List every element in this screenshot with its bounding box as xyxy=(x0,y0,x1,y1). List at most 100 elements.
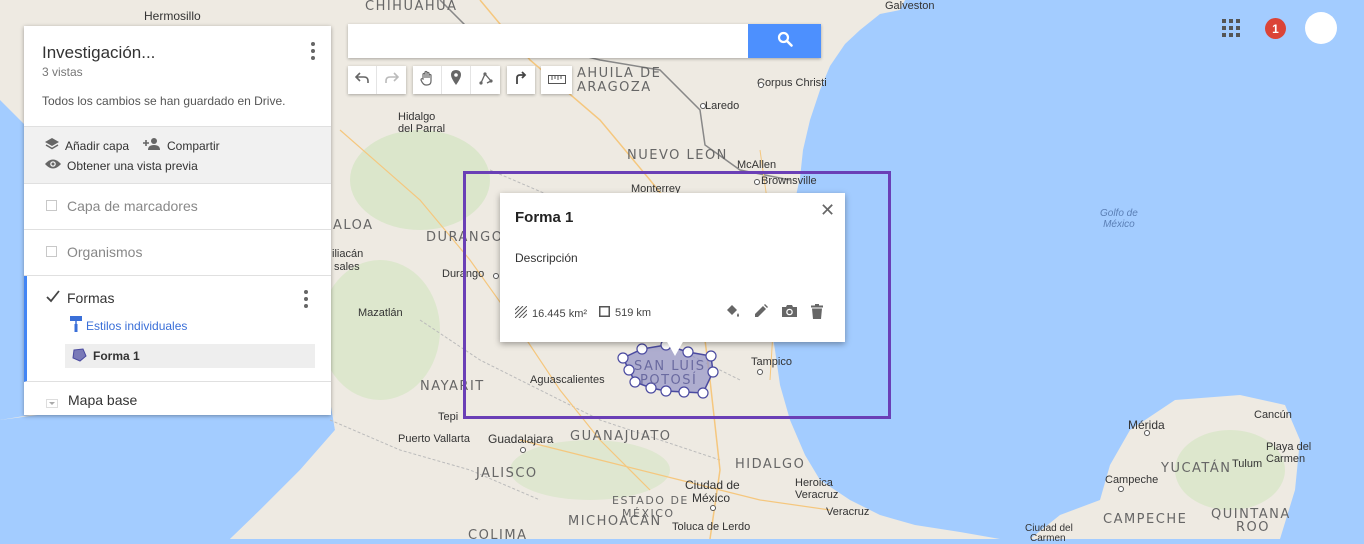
map-label-hidalgo-state: HIDALGO xyxy=(735,457,806,472)
map-label-tulum: Tulum xyxy=(1232,458,1263,470)
map-label-golfo-mexico: Golfo de México xyxy=(1100,208,1138,230)
map-label-estado-mexico-1: ESTADO DE xyxy=(612,494,689,507)
city-dot xyxy=(700,103,706,109)
map-label-corpus-christi: Corpus Christi xyxy=(757,77,827,89)
area-stat: 16.445 km² xyxy=(514,305,587,321)
toolbar-history xyxy=(348,66,406,94)
directions-button[interactable] xyxy=(507,66,535,94)
layer-label: Capa de marcadores xyxy=(67,198,198,214)
eye-icon xyxy=(44,158,62,173)
draw-line-button[interactable] xyxy=(471,66,500,94)
layer-checkbox[interactable] xyxy=(46,200,57,211)
map-label-mcallen: McAllen xyxy=(737,159,777,171)
map-label-toluca: Toluca de Lerdo xyxy=(672,521,751,533)
map-label-colima: COLIMA xyxy=(468,528,528,543)
city-dot xyxy=(1118,486,1124,492)
draw-line-icon xyxy=(478,71,493,90)
map-label-sinaloa: ALOA xyxy=(333,218,374,233)
preview-button[interactable]: Obtener una vista previa xyxy=(44,158,198,173)
map-label-playa-1: Playa del xyxy=(1266,441,1312,453)
preview-label: Obtener una vista previa xyxy=(67,158,198,173)
map-label-coahuila-1: AHUILA DE xyxy=(577,66,662,81)
city-dot xyxy=(1144,430,1150,436)
layer-style-link[interactable]: Estilos individuales xyxy=(70,316,187,335)
map-label-heroica-2: Veracruz xyxy=(795,489,839,501)
search-input[interactable] xyxy=(348,24,744,58)
layer-checkbox[interactable] xyxy=(46,246,57,257)
map-label-puerto-vallarta: Puerto Vallarta xyxy=(398,433,470,445)
map-label-playa-2: Carmen xyxy=(1266,453,1306,465)
city-dot xyxy=(758,82,764,88)
save-status: Todos los cambios se han guardado en Dri… xyxy=(42,94,286,108)
avatar[interactable] xyxy=(1305,12,1337,44)
perimeter-icon xyxy=(599,306,610,320)
directions-icon xyxy=(514,70,528,90)
info-tools xyxy=(724,302,826,320)
layer-item[interactable]: Capa de marcadores xyxy=(24,184,331,230)
map-label-yucatan: YUCATÁN xyxy=(1161,461,1232,476)
layers-panel: Investigación... 3 vistas Todos los camb… xyxy=(24,26,331,415)
map-title[interactable]: Investigación... xyxy=(42,43,155,63)
map-label-cancun: Cancún xyxy=(1254,409,1292,421)
edit-pencil-icon[interactable] xyxy=(752,302,770,320)
polygon-icon xyxy=(71,347,87,365)
add-layer-button[interactable]: Añadir capa xyxy=(44,137,129,154)
layer-item-active[interactable]: Formas Estilos individuales Forma 1 xyxy=(24,276,331,382)
perimeter-stat: 519 km xyxy=(599,306,651,320)
search-icon xyxy=(777,31,793,52)
map-label-coahuila-2: ARAGOZA xyxy=(577,80,652,95)
select-hand-button[interactable] xyxy=(413,66,442,94)
measure-button[interactable] xyxy=(541,66,572,94)
map-options-icon[interactable] xyxy=(305,41,321,61)
hand-icon xyxy=(420,70,434,91)
map-label-ciudad-mexico-1: Ciudad de xyxy=(685,478,740,492)
layer-label: Formas xyxy=(67,290,115,306)
map-label-tepic: Tepi xyxy=(438,411,459,423)
layers-icon xyxy=(44,137,60,154)
map-label-culiacan: iliacán xyxy=(332,248,364,260)
paint-roller-icon xyxy=(70,316,82,335)
info-window: Forma 1 ✕ Descripción 16.445 km² 519 km xyxy=(500,193,845,342)
map-label-guanajuato: GUANAJUATO xyxy=(570,429,672,444)
perimeter-value: 519 km xyxy=(615,307,652,319)
trash-icon[interactable] xyxy=(808,302,826,320)
undo-icon xyxy=(354,71,369,89)
basemap-label: Mapa base xyxy=(68,392,138,408)
map-views-count: 3 vistas xyxy=(42,65,83,79)
layer-label: Organismos xyxy=(67,244,143,260)
camera-icon[interactable] xyxy=(780,302,798,320)
layer-style-label: Estilos individuales xyxy=(86,318,188,333)
search-button[interactable] xyxy=(748,24,821,58)
map-label-guadalajara: Guadalajara xyxy=(488,432,554,446)
undo-button[interactable] xyxy=(348,66,377,94)
map-label-chihuahua: CHIHUAHUA xyxy=(365,0,458,14)
checkmark-icon[interactable] xyxy=(46,290,60,308)
style-bucket-icon[interactable] xyxy=(724,302,742,320)
feature-item[interactable]: Forma 1 xyxy=(65,344,315,368)
add-marker-button[interactable] xyxy=(442,66,471,94)
layer-item[interactable]: Organismos xyxy=(24,230,331,276)
area-icon xyxy=(514,305,528,321)
notification-badge[interactable]: 1 xyxy=(1265,18,1286,39)
map-label-hidalgo-parral-2: del Parral xyxy=(398,123,446,135)
map-label-campeche-city: Campeche xyxy=(1105,474,1159,486)
share-button[interactable]: Compartir xyxy=(142,137,220,154)
redo-button[interactable] xyxy=(377,66,406,94)
info-title: Forma 1 xyxy=(515,209,574,226)
map-label-campeche-state: CAMPECHE xyxy=(1103,512,1188,527)
toolbar-tools xyxy=(413,66,500,94)
apps-grid-icon[interactable] xyxy=(1222,19,1240,37)
map-label-nuevo-leon: NUEVO LEON xyxy=(627,148,728,163)
map-label-hidalgo-parral-1: Hidalgo xyxy=(398,111,436,123)
map-label-veracruz: Veracruz xyxy=(826,506,870,518)
basemap-item[interactable]: Mapa base xyxy=(24,382,331,416)
map-label-mazatlan: Mazatlán xyxy=(358,307,403,319)
close-icon[interactable]: ✕ xyxy=(820,201,835,219)
info-window-pointer xyxy=(666,340,684,356)
map-label-ciudad-mexico-2: México xyxy=(692,491,731,505)
city-dot xyxy=(710,505,716,511)
chevron-down-icon[interactable] xyxy=(46,395,58,413)
layer-options-icon[interactable] xyxy=(298,289,314,309)
map-label-galveston: Galveston xyxy=(885,0,935,12)
redo-icon xyxy=(384,71,399,89)
